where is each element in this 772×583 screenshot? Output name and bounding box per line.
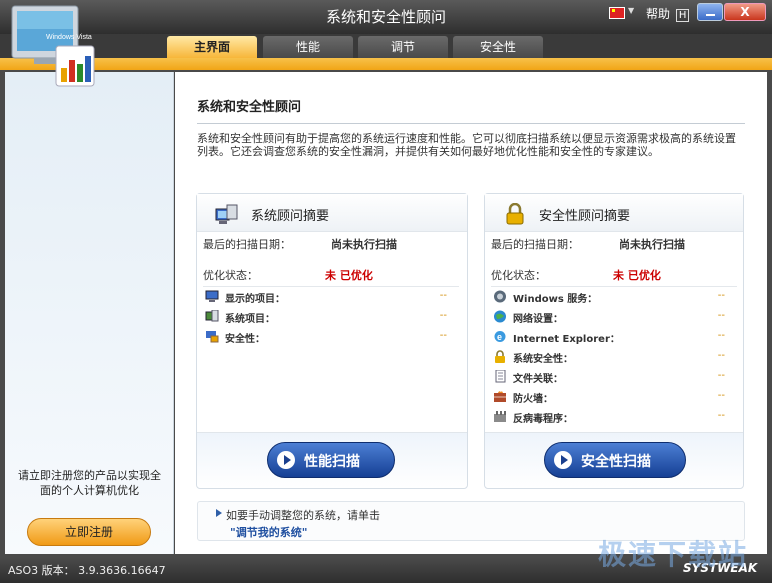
last-scan-label: 最后的扫描日期： <box>203 238 291 251</box>
display-icon <box>205 290 219 302</box>
antivirus-icon <box>494 411 506 422</box>
watermark: 极速下载站 <box>598 538 749 571</box>
item-label: Windows 服务： <box>513 294 598 305</box>
system-items-icon <box>205 310 219 322</box>
list-item: 文件关联： -- <box>491 368 737 386</box>
panel-footer: 安全性扫描 <box>485 432 743 488</box>
sidebar: 请立即注册您的产品以实现全面的个人计算机优化 立即注册 <box>5 72 174 554</box>
list-item: 防火墙： -- <box>491 388 737 406</box>
item-value: -- <box>717 410 725 421</box>
tab-performance[interactable]: 性能 <box>263 36 353 58</box>
item-value: -- <box>717 390 725 401</box>
item-value: -- <box>717 350 725 361</box>
item-label: 文件关联： <box>513 374 563 385</box>
item-value: -- <box>439 310 447 321</box>
performance-scan-button[interactable]: 性能扫描 <box>267 442 395 478</box>
item-value: -- <box>439 290 447 301</box>
svg-text:e: e <box>497 332 502 342</box>
item-value: -- <box>717 290 725 301</box>
optimize-status-value: 未 已优化 <box>613 269 661 282</box>
item-value: -- <box>717 330 725 341</box>
item-label: Internet Explorer： <box>513 334 620 345</box>
tab-tune[interactable]: 调节 <box>358 36 448 58</box>
register-button[interactable]: 立即注册 <box>27 518 151 546</box>
item-label: 防火墙： <box>513 394 553 405</box>
list-item: 网络设置： -- <box>491 308 737 326</box>
hint-text: 如要手动调整您的系统，请单击 <box>226 509 380 522</box>
main-content: 系统和安全性顾问 系统和安全性顾问有助于提高您的系统运行速度和性能。它可以彻底扫… <box>175 72 767 554</box>
version-text: ASO3 版本： 3.9.3636.16647 <box>8 564 166 577</box>
item-label: 系统项目： <box>225 314 275 325</box>
item-label: 反病毒程序： <box>513 414 573 425</box>
system-advisor-panel: 系统顾问摘要 最后的扫描日期： 尚未执行扫描 优化状态： 未 已优化 显示的项目… <box>196 193 468 489</box>
optimize-status-value: 未 已优化 <box>325 269 373 282</box>
item-value: -- <box>717 370 725 381</box>
system-security-lock-icon <box>495 350 505 363</box>
list-item: 系统安全性： -- <box>491 348 737 366</box>
last-scan-value: 尚未执行扫描 <box>619 238 685 251</box>
item-label: 网络设置： <box>513 314 563 325</box>
language-dropdown-icon[interactable]: ▼ <box>628 6 634 15</box>
computer-icon <box>215 204 238 224</box>
separator <box>491 286 737 287</box>
scan-button-label: 性能扫描 <box>304 454 360 470</box>
minimize-button[interactable] <box>697 3 723 21</box>
register-promo-text: 请立即注册您的产品以实现全面的个人计算机优化 <box>18 469 161 497</box>
language-flag-icon[interactable] <box>609 7 625 19</box>
app-logo-icon: Windows Vista <box>11 5 95 87</box>
windows-services-icon <box>494 290 506 303</box>
arrow-right-icon <box>216 509 222 517</box>
item-label: 显示的项目： <box>225 294 285 305</box>
play-icon <box>277 451 295 469</box>
security-advisor-panel: 安全性顾问摘要 最后的扫描日期： 尚未执行扫描 优化状态： 未 已优化 Wind… <box>484 193 744 489</box>
padlock-icon <box>506 203 524 225</box>
system-panel-title: 系统顾问摘要 <box>251 209 330 224</box>
firewall-icon <box>494 391 506 402</box>
security-panel-title: 安全性顾问摘要 <box>539 209 631 224</box>
panel-header: 安全性顾问摘要 <box>485 194 743 232</box>
list-item: 反病毒程序： -- <box>491 408 737 426</box>
list-item: 系统项目： -- <box>203 308 459 326</box>
intro-text: 系统和安全性顾问有助于提高您的系统运行速度和性能。它可以彻底扫描系统以便显示资源… <box>197 132 736 158</box>
optimize-status-label: 优化状态： <box>203 269 258 282</box>
security-lock-icon <box>206 331 219 343</box>
title-divider <box>197 123 745 124</box>
item-label: 安全性： <box>225 334 265 345</box>
last-scan-label: 最后的扫描日期： <box>491 238 579 251</box>
list-item: 显示的项目： -- <box>203 288 459 306</box>
optimize-status-label: 优化状态： <box>491 269 546 282</box>
item-label: 系统安全性： <box>513 354 573 365</box>
last-scan-value: 尚未执行扫描 <box>331 238 397 251</box>
tab-bar: aso 主界面 性能 调节 安全性 <box>0 34 772 87</box>
list-item: 安全性： -- <box>203 328 459 346</box>
internet-explorer-icon: e <box>494 331 506 342</box>
page-title: 系统和安全性顾问 <box>197 100 302 115</box>
help-label: 帮助 <box>646 7 671 21</box>
separator <box>203 286 459 287</box>
play-icon <box>554 451 572 469</box>
logo-text: Windows Vista <box>46 34 92 41</box>
title-bar: 系统和安全性顾问 ▼ 帮助 H X <box>0 0 772 34</box>
tab-accent-bar <box>0 58 772 70</box>
tab-home[interactable]: 主界面 <box>167 36 257 58</box>
help-menu[interactable]: 帮助 H <box>646 5 690 22</box>
security-scan-button[interactable]: 安全性扫描 <box>544 442 686 478</box>
help-shortcut: H <box>675 9 690 22</box>
list-item: Windows 服务： -- <box>491 288 737 306</box>
tab-security[interactable]: 安全性 <box>453 36 543 58</box>
panel-footer: 性能扫描 <box>197 432 467 488</box>
file-association-icon <box>495 370 506 383</box>
network-globe-icon <box>494 310 506 323</box>
scan-button-label: 安全性扫描 <box>581 454 651 470</box>
panel-header: 系统顾问摘要 <box>197 194 467 232</box>
tune-my-system-link[interactable]: "调节我的系统" <box>230 524 307 540</box>
close-button[interactable]: X <box>724 3 766 21</box>
list-item: e Internet Explorer： -- <box>491 328 737 346</box>
item-value: -- <box>717 310 725 321</box>
item-value: -- <box>439 330 447 341</box>
